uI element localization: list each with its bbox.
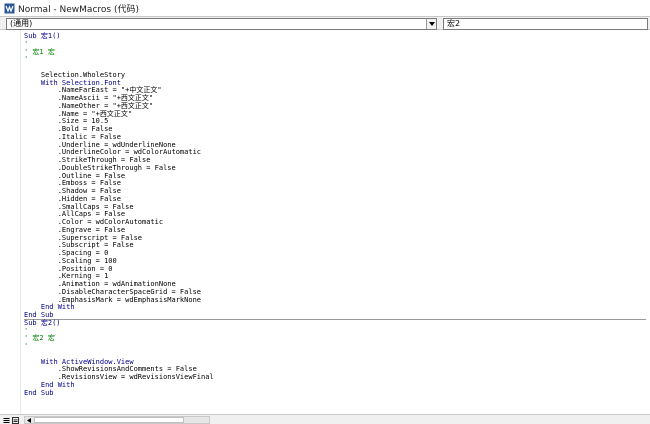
window-title: Normal - NewMacros (代码) bbox=[18, 4, 139, 15]
procedure-dropdown-value: 宏2 bbox=[447, 19, 461, 28]
object-dropdown-value: (通用) bbox=[10, 19, 33, 28]
editor-status-bar bbox=[0, 414, 650, 424]
code-line[interactable]: .Spacing = 0 bbox=[24, 249, 646, 258]
title-bar: Normal - NewMacros (代码) bbox=[0, 0, 650, 16]
code-line[interactable]: ' bbox=[24, 55, 646, 64]
code-line[interactable]: ' bbox=[24, 40, 646, 49]
code-area[interactable]: Sub 宏1() ' ' 宏1 宏 ' Selection.WholeStory Wi… bbox=[24, 32, 646, 398]
margin-indicator-bar[interactable] bbox=[0, 30, 21, 414]
code-line[interactable]: .RevisionsView = wdRevisionsViewFinal bbox=[24, 373, 646, 382]
code-dropdown-bar: (通用) 宏2 bbox=[0, 16, 650, 30]
code-line[interactable]: ' 宏1 宏 bbox=[24, 48, 646, 57]
code-line[interactable]: End Sub bbox=[24, 311, 646, 320]
vba-editor-icon bbox=[3, 2, 15, 14]
code-line[interactable]: .EmphasisMark = wdEmphasisMarkNone bbox=[24, 296, 646, 305]
code-line[interactable]: ' bbox=[24, 342, 646, 351]
code-line[interactable]: End With bbox=[24, 381, 646, 390]
chevron-down-icon[interactable] bbox=[426, 19, 436, 29]
procedure-dropdown[interactable]: 宏2 bbox=[443, 18, 648, 30]
code-line[interactable]: .Name = "+西文正文" bbox=[24, 110, 646, 119]
object-dropdown[interactable]: (通用) bbox=[6, 18, 437, 30]
procedure-view-icon[interactable] bbox=[2, 416, 10, 424]
horizontal-scrollbar[interactable] bbox=[24, 416, 210, 424]
scrollbar-thumb[interactable] bbox=[34, 417, 184, 423]
code-line[interactable]: ' bbox=[24, 327, 646, 336]
code-line[interactable]: ' 宏2 宏 bbox=[24, 334, 646, 343]
full-module-view-icon[interactable] bbox=[11, 416, 19, 424]
code-editor[interactable]: Sub 宏1() ' ' 宏1 宏 ' Selection.WholeStory Wi… bbox=[0, 30, 650, 414]
code-line[interactable]: End With bbox=[24, 303, 646, 312]
code-line[interactable]: .Position = 0 bbox=[24, 265, 646, 274]
code-line[interactable]: .Size = 10.5 bbox=[24, 117, 646, 126]
code-line[interactable]: .Scaling = 100 bbox=[24, 257, 646, 266]
code-line[interactable]: .Subscript = False bbox=[24, 241, 646, 250]
code-line[interactable]: Sub 宏2() bbox=[24, 319, 646, 328]
scroll-left-arrow-icon[interactable] bbox=[25, 417, 33, 423]
code-line[interactable]: End Sub bbox=[24, 389, 646, 398]
code-line[interactable]: Sub 宏1() bbox=[24, 32, 646, 41]
